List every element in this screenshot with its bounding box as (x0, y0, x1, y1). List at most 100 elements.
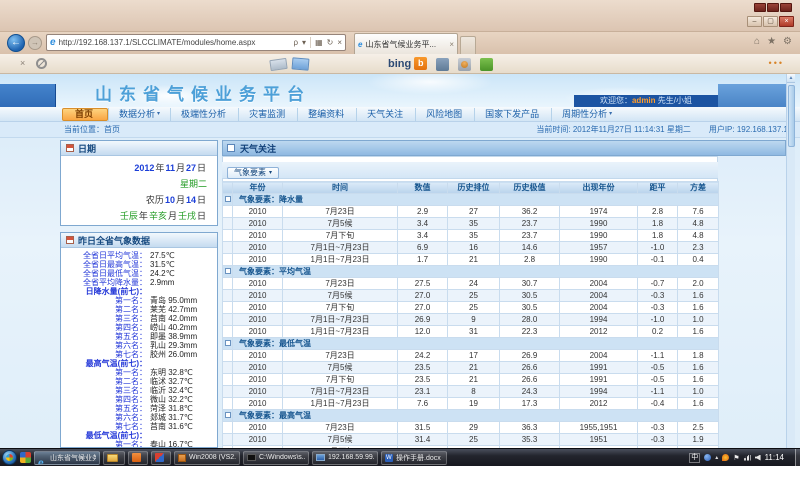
bing-search-button[interactable]: b (414, 57, 427, 70)
table-group-row[interactable]: 气象要素：降水量 (223, 194, 719, 206)
show-desktop-button[interactable] (795, 449, 800, 467)
expand-icon[interactable] (225, 268, 231, 274)
table-row[interactable]: 20101月1日~7月23日1.7212.81990-0.10.4 (223, 254, 719, 266)
stat-label[interactable]: 第七名： (61, 350, 147, 359)
table-group-row[interactable]: 气象要素：平均气温 (223, 266, 719, 278)
nav-item[interactable]: 灾害监测 (238, 108, 297, 121)
table-row[interactable]: 20107月5候31.42535.31951-0.31.9 (223, 434, 719, 446)
table-row[interactable]: 20107月5候3.43523.719901.84.8 (223, 218, 719, 230)
card-icon[interactable] (269, 58, 287, 71)
blocked-icon[interactable] (36, 58, 47, 69)
table-group-row[interactable]: 气象要素：最低气温 (223, 338, 719, 350)
taskbar-button[interactable] (103, 451, 125, 465)
stat-label[interactable]: 第三名： (61, 386, 147, 395)
network-icon[interactable] (744, 455, 751, 461)
nav-item[interactable]: 整编资料 (297, 108, 356, 121)
search-icon[interactable]: ρ (293, 38, 298, 47)
table-row[interactable]: 20107月下旬3.43523.719901.84.8 (223, 230, 719, 242)
mail-icon[interactable] (292, 57, 310, 70)
nav-item[interactable]: 极端性分析 (170, 108, 238, 121)
pinned-app-icon[interactable] (20, 452, 31, 463)
browser-tab[interactable]: e 山东省气候业务平... × (354, 33, 458, 54)
stat-label[interactable]: 第六名： (61, 341, 147, 350)
nav-item[interactable]: 首页 (62, 108, 108, 121)
stat-label[interactable]: 全省日最低气温： (61, 269, 147, 278)
nav-item[interactable]: 周期性分析 ▾ (551, 108, 622, 121)
tray-flame-icon[interactable] (722, 454, 729, 461)
column-header[interactable]: 出现年份 (560, 182, 638, 194)
tray-app-icon[interactable] (704, 454, 711, 461)
table-row[interactable]: 20107月23日24.21726.92004-1.11.8 (223, 350, 719, 362)
maximize-button[interactable]: ▢ (763, 16, 778, 27)
column-header[interactable]: 年份 (233, 182, 283, 194)
clock[interactable]: 11:14 (765, 453, 784, 462)
tab-close-icon[interactable]: × (449, 40, 454, 49)
action-center-icon[interactable]: ⚑ (733, 454, 739, 462)
nav-item[interactable]: 国家下发产品 (474, 108, 551, 121)
expand-icon[interactable] (225, 340, 231, 346)
stat-label[interactable]: 第三名： (61, 314, 147, 323)
taskbar-button[interactable]: Win2008 (VS2... (174, 451, 240, 465)
addon-icon[interactable] (480, 58, 493, 71)
scroll-up-icon[interactable]: ▲ (787, 74, 795, 83)
table-row[interactable]: 20101月1日~7月23日7.61917.32012-0.41.6 (223, 398, 719, 410)
column-header[interactable]: 距平 (638, 182, 678, 194)
column-header[interactable]: 时间 (283, 182, 398, 194)
more-options-icon[interactable]: ••• (769, 58, 784, 68)
column-header[interactable]: 方差 (678, 182, 719, 194)
compatibility-icon[interactable]: ▦ (315, 38, 323, 47)
stat-label[interactable]: 最低气温(前七)： (61, 431, 147, 440)
taskbar-button[interactable]: 操作手册.docx -... (381, 451, 447, 465)
tools-icon[interactable]: ⚙ (783, 36, 792, 47)
tray-expand-icon[interactable]: ▴ (715, 454, 718, 461)
column-header[interactable]: 历史极值 (500, 182, 560, 194)
camera-icon[interactable] (436, 58, 449, 71)
taskbar-button[interactable] (128, 451, 148, 465)
taskbar-button[interactable]: C:\Windows\s... (243, 451, 309, 465)
nav-item[interactable]: 天气关注 (356, 108, 415, 121)
home-icon[interactable]: ⌂ (754, 36, 760, 47)
forward-button[interactable]: → (28, 36, 42, 50)
start-button[interactable] (2, 450, 17, 465)
taskbar-button[interactable]: 山东省气候业务平... (34, 451, 100, 465)
refresh-icon[interactable]: ↻ (327, 38, 334, 47)
scrollbar-thumb[interactable] (788, 85, 795, 147)
stat-label[interactable]: 最高气温(前七)： (61, 359, 147, 368)
stat-label[interactable]: 第六名： (61, 413, 147, 422)
nav-item[interactable]: 数据分析 ▾ (108, 108, 170, 121)
stat-label[interactable]: 第一名： (61, 440, 147, 448)
language-indicator[interactable]: 中 (689, 453, 700, 463)
new-tab-button[interactable] (460, 36, 476, 54)
table-row[interactable]: 20107月23日27.52430.72004-0.72.0 (223, 278, 719, 290)
column-header[interactable]: 历史排位 (448, 182, 500, 194)
stat-label[interactable]: 第七名： (61, 422, 147, 431)
toolbar-close-icon[interactable]: × (20, 58, 25, 68)
stat-label[interactable]: 第一名： (61, 368, 147, 377)
address-bar[interactable]: e ρ ▾ ▦ ↻ × (46, 34, 346, 51)
stat-label[interactable]: 全省日平均气温： (61, 251, 147, 260)
stat-label[interactable]: 第四名： (61, 395, 147, 404)
nav-item[interactable]: 风险地图 (415, 108, 474, 121)
table-row[interactable]: 20101月1日~7月23日12.03122.320120.21.6 (223, 326, 719, 338)
taskbar-button[interactable] (151, 451, 171, 465)
element-filter-button[interactable]: 气象要素 ▾ (227, 167, 279, 179)
volume-icon[interactable] (755, 455, 761, 461)
table-row[interactable]: 20107月1日~7月23日23.1824.31994-1.11.0 (223, 386, 719, 398)
table-row[interactable]: 20107月5候27.02530.52004-0.31.6 (223, 290, 719, 302)
minimize-button[interactable]: – (747, 16, 762, 27)
bing-logo[interactable]: bing (388, 58, 411, 70)
stat-label[interactable]: 全省平均降水量： (61, 278, 147, 287)
table-row[interactable]: 20107月5候23.52126.61991-0.51.6 (223, 362, 719, 374)
page-scrollbar[interactable]: ▲ (786, 74, 795, 448)
table-row[interactable]: 20107月1日~7月23日26.9928.01994-1.01.0 (223, 314, 719, 326)
close-button[interactable]: × (779, 16, 794, 27)
stat-label[interactable]: 日降水量(前七)： (61, 287, 147, 296)
stat-label[interactable]: 第二名： (61, 305, 147, 314)
stat-label[interactable]: 全省日最高气温： (61, 260, 147, 269)
table-row[interactable]: 20107月下旬27.02530.52004-0.31.6 (223, 302, 719, 314)
table-row[interactable]: 20107月下旬23.52126.61991-0.51.6 (223, 374, 719, 386)
stat-label[interactable]: 第一名： (61, 296, 147, 305)
search-dropdown-icon[interactable]: ▾ (302, 38, 306, 47)
url-input[interactable] (59, 37, 290, 49)
expand-icon[interactable] (225, 196, 231, 202)
